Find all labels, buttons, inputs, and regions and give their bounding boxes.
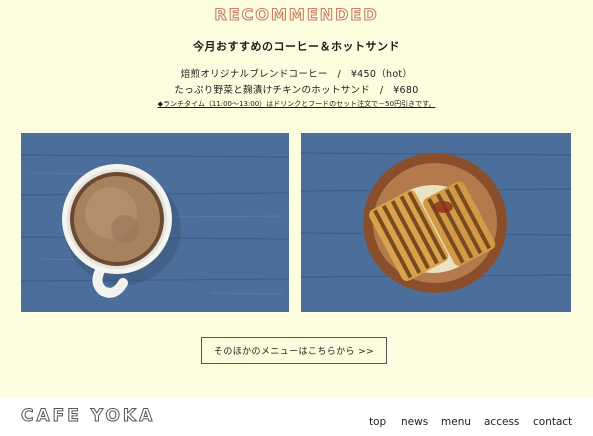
lunch-note: ◆ランチタイム（11:00〜13:00）はドリンクとフードのセット注文で－50円… (157, 100, 436, 108)
section-subtitle: 今月おすすめのコーヒー＆ホットサンド (193, 40, 400, 53)
hot-sandwich-photo (301, 133, 571, 312)
recommended-heading: RECOMMENDED (214, 4, 379, 24)
nav-top[interactable]: top (369, 416, 386, 428)
footer: CAFE YOKA top news menu access contact (0, 397, 593, 436)
cafe-logo[interactable]: CAFE YOKA (20, 406, 155, 427)
nav-menu[interactable]: menu (441, 416, 471, 428)
menu-item-coffee: 焙煎オリジナルブレンドコーヒー / ¥450（hot） (180, 69, 413, 80)
more-menu-button[interactable]: そのほかのメニューはこちらから >> (201, 337, 387, 364)
menu-item-sandwich: たっぷり野菜と麹漬けチキンのホットサンド / ¥680 (174, 85, 419, 96)
nav-contact[interactable]: contact (533, 416, 572, 428)
nav-news[interactable]: news (401, 416, 428, 428)
nav-access[interactable]: access (484, 416, 519, 428)
coffee-cup-photo (21, 133, 289, 312)
